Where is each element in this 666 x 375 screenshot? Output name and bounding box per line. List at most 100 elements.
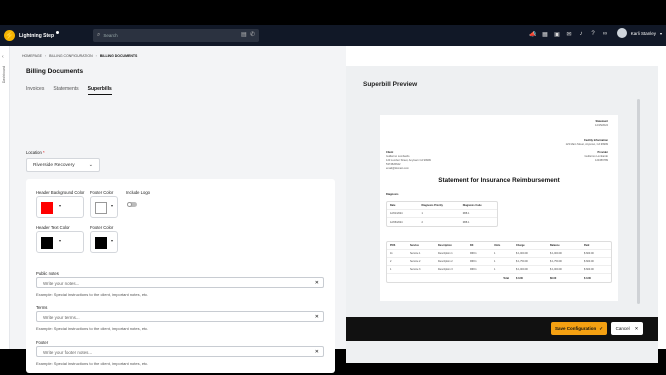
user-menu[interactable]: Karli Stanley ▾ (616, 28, 662, 38)
table-cell: Service 1 (410, 252, 421, 255)
side-rail-label[interactable]: Dashboard (2, 66, 6, 83)
footer-input[interactable]: Write your footer notes... ✕ (36, 346, 324, 357)
provider-line: Guillermo Lombardo (584, 155, 609, 158)
header-text-color-picker[interactable]: ▾ (36, 231, 84, 253)
total-value: $0.00 (550, 276, 557, 280)
superbill-document: Statement 12/15/2024 Facility Informatio… (380, 115, 618, 301)
table-cell: $ 600.00 (584, 252, 594, 255)
check-icon: ✓ (599, 325, 604, 331)
document-tabs: Invoices Statements Superbills (26, 86, 112, 95)
client-label: Client (386, 151, 394, 154)
cancel-button[interactable]: Cancel ✕ (611, 322, 643, 335)
table-row: 1 Service 3 Description 3 R68.1 1 $ 1,00… (387, 266, 611, 274)
location-value: Riverside Recovery (33, 163, 75, 168)
caret-down-icon: ▾ (111, 238, 114, 243)
footer-color-picker-2[interactable]: ▾ (90, 231, 118, 253)
header-background-color-label: Header Background Color (36, 190, 85, 195)
breadcrumb-billing-configuration[interactable]: BILLING CONFIGURATION (49, 54, 93, 58)
chat-icon[interactable]: ✉ (565, 31, 573, 38)
search-input[interactable]: ⌕ Search ▤ ✆ (93, 29, 259, 42)
table-header-cell: Balance (550, 244, 560, 247)
facility-label: Facility Information (584, 139, 608, 142)
table-header-row: Date Diagnosis Priority Diagnosis Code (387, 202, 497, 210)
save-configuration-button[interactable]: Save Configuration ✓ (551, 322, 607, 335)
table-cell: $ 1,000.00 (550, 268, 562, 271)
chevron-down-icon: ⌄ (88, 162, 93, 168)
caret-down-icon: ▾ (59, 238, 62, 243)
breadcrumb-separator-icon: › (44, 54, 47, 58)
table-header-cell: Description (438, 244, 452, 247)
table-cell: $ 1,000.00 (550, 252, 562, 255)
tab-invoices[interactable]: Invoices (26, 86, 44, 95)
tab-statements[interactable]: Statements (53, 86, 78, 95)
table-cell: Description 3 (438, 268, 453, 271)
grid-icon[interactable]: ▣ (553, 31, 561, 38)
terms-hint: Example: Special instructions to the cli… (36, 326, 149, 331)
public-notes-hint: Example: Special instructions to the cli… (36, 292, 149, 297)
header-text-swatch (41, 237, 53, 249)
logo-dot-icon (56, 31, 59, 34)
statement-date: 12/15/2024 (595, 124, 608, 127)
required-mark: * (43, 150, 45, 155)
bell-icon[interactable]: ♪ (577, 31, 585, 38)
header-background-color-picker[interactable]: ▾ (36, 196, 84, 218)
footer-color-swatch-2 (95, 237, 107, 249)
top-navigation-bar: ⚡ Lightning Step ⌕ Search ▤ ✆ 📣 ▦ ▣ ✉ ♪ … (0, 25, 666, 46)
link-icon[interactable]: ∞ (601, 31, 609, 38)
table-header-cell: Units (494, 244, 501, 247)
table-cell: $ 600.00 (584, 268, 594, 271)
phone-icon[interactable]: ✆ (250, 32, 255, 38)
header-background-swatch (41, 202, 53, 214)
table-cell: $ 1,000.00 (516, 268, 528, 271)
terms-input[interactable]: Write your terms... ✕ (36, 311, 324, 322)
table-row: 11 Service 1 Description 1 R68.1 1 $ 1,0… (387, 250, 611, 258)
clear-icon[interactable]: ✕ (315, 314, 319, 320)
total-value: $ 0.00 (516, 276, 523, 280)
document-title: Statement for Insurance Reimbursement (438, 177, 560, 184)
preview-scrollbar[interactable] (637, 99, 640, 304)
table-cell: R68.1 (470, 252, 477, 255)
footer-color-label-2: Footer Color (90, 225, 114, 230)
calendar-icon[interactable]: ▦ (541, 31, 549, 38)
table-cell: 1 (494, 252, 496, 255)
tab-superbills[interactable]: Superbills (87, 86, 112, 95)
appearance-card: Header Background Color ▾ Footer Color ▾… (26, 179, 335, 373)
search-icon: ⌕ (97, 32, 101, 38)
top-icon-group: 📣 ▦ ▣ ✉ ♪ ? ∞ (529, 31, 609, 38)
terms-placeholder: Write your terms... (43, 315, 80, 320)
diagnosis-table: Date Diagnosis Priority Diagnosis Code 1… (386, 201, 498, 227)
table-header-cell: Diagnosis Priority (421, 204, 443, 207)
diagnosis-label: Diagnosis (386, 193, 399, 196)
clear-icon[interactable]: ✕ (315, 349, 319, 355)
table-cell: 1 (494, 260, 496, 263)
table-cell: Service 2 (410, 260, 421, 263)
client-line: 123 Lumber Street, Anytown CA 99999 (386, 159, 431, 162)
user-name: Karli Stanley (630, 30, 656, 36)
footer-color-label: Footer Color (90, 190, 114, 195)
search-actions[interactable]: ▤ ✆ (241, 31, 255, 38)
app-logo[interactable]: ⚡ Lightning Step (4, 30, 59, 41)
client-line: 5374526642 (386, 163, 401, 166)
include-logo-toggle[interactable] (127, 202, 137, 207)
statement-label: Statement (595, 120, 608, 123)
filter-icon[interactable]: ▤ (241, 32, 247, 38)
configuration-panel: HOMEPAGE › BILLING CONFIGURATION › BILLI… (10, 46, 346, 373)
table-header-cell: Service (410, 244, 419, 247)
public-notes-input[interactable]: Write your notes... ✕ (36, 277, 324, 288)
clear-icon[interactable]: ✕ (315, 280, 319, 286)
footer-label: Footer (36, 340, 49, 345)
help-icon[interactable]: ? (589, 31, 597, 38)
expand-sidebar-icon[interactable]: ‹ (2, 54, 4, 60)
table-cell: R68.1 (462, 220, 470, 224)
breadcrumb-homepage[interactable]: HOMEPAGE (22, 54, 42, 58)
location-select[interactable]: Riverside Recovery ⌄ (26, 158, 100, 172)
table-row: 2 Service 2 Description 2 R68.1 1 $ 1,75… (387, 258, 611, 266)
table-cell: 2 (421, 220, 423, 224)
cancel-button-label: Cancel (615, 326, 630, 331)
table-total-row: Total $ 0.00 $0.00 $ 0.00 (387, 274, 611, 282)
table-cell: $ 1,750.00 (550, 260, 562, 263)
footer-color-picker[interactable]: ▾ (90, 196, 118, 218)
client-line: Guillermo Lombardo (386, 155, 410, 158)
megaphone-icon[interactable]: 📣 (529, 31, 537, 38)
public-notes-label: Public notes (36, 271, 59, 276)
